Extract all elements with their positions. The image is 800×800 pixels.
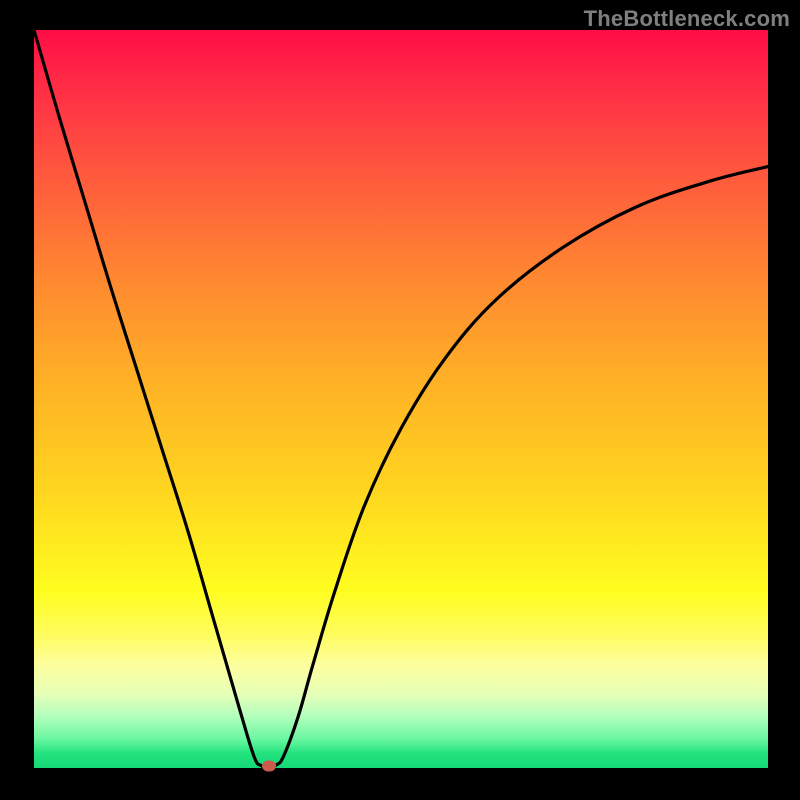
chart-frame: TheBottleneck.com <box>0 0 800 800</box>
bottleneck-curve <box>34 30 768 768</box>
plot-area <box>34 30 768 768</box>
watermark-text: TheBottleneck.com <box>584 6 790 32</box>
minimum-marker <box>262 760 276 771</box>
